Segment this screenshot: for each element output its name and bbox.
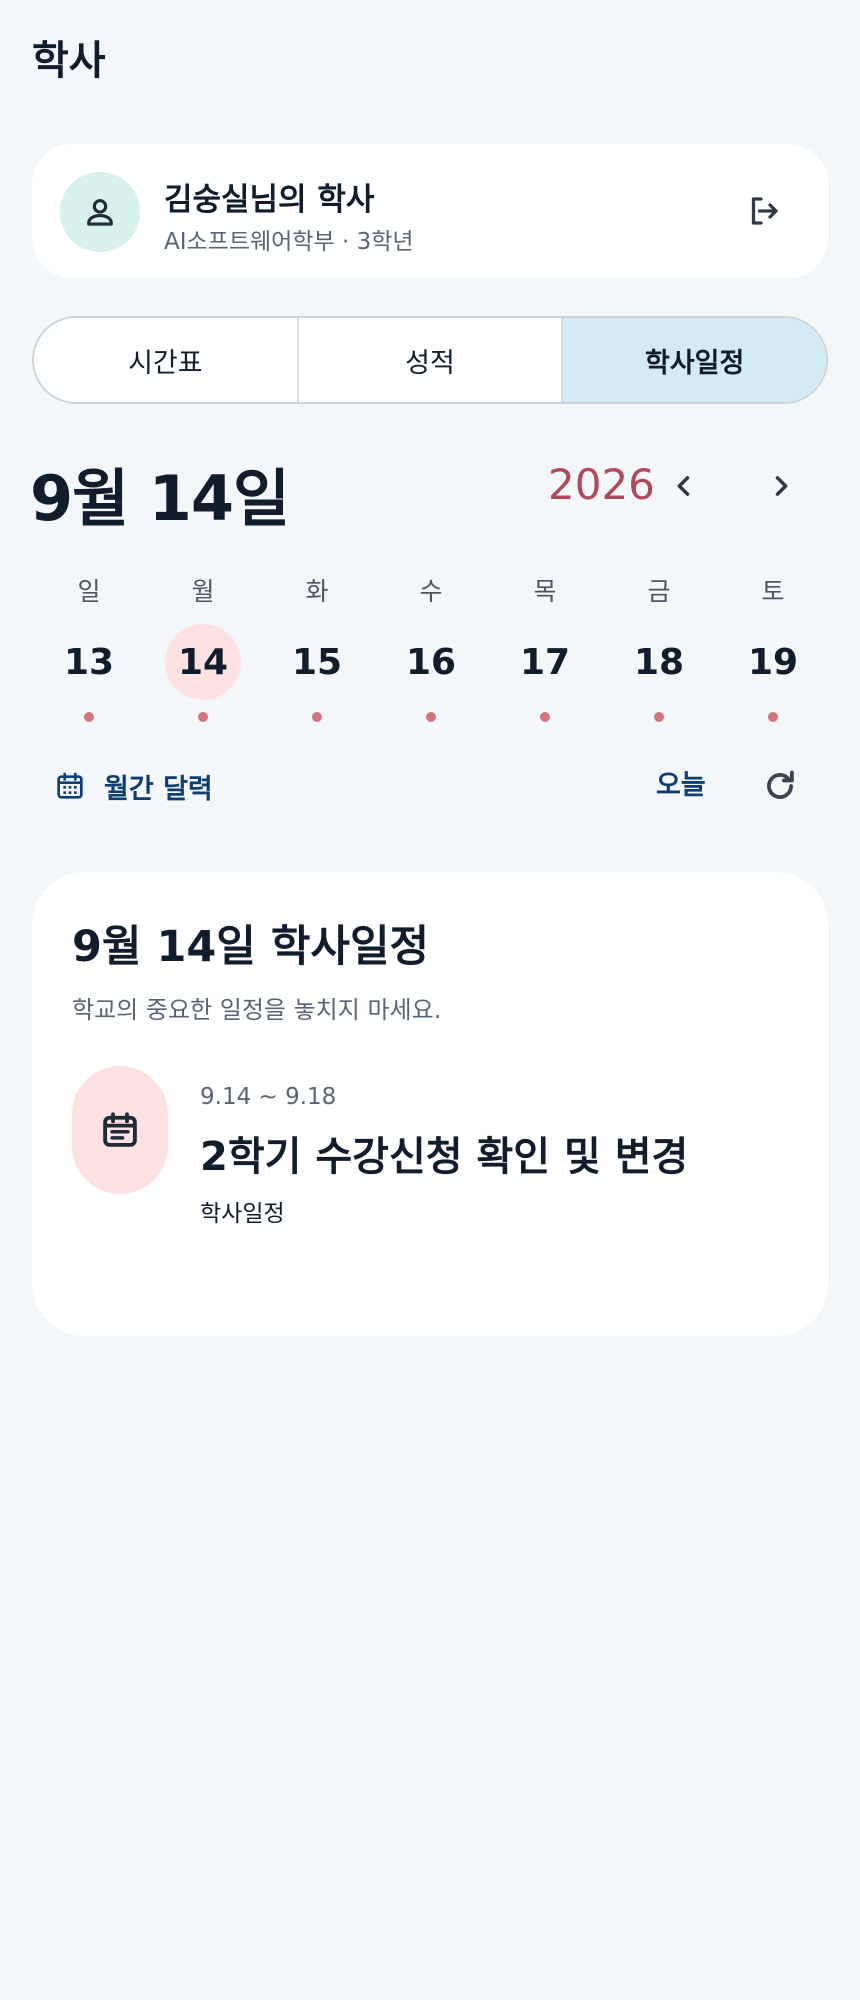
today-button[interactable]: 오늘	[656, 766, 706, 806]
refresh-icon	[767, 770, 794, 799]
tab-academic-calendar[interactable]: 학사일정	[561, 318, 826, 402]
day-cell[interactable]: 목 17	[488, 572, 602, 732]
event-dot	[312, 712, 322, 722]
profile-card: 김숭실님의 학사 AI소프트웨어학부 · 3학년	[32, 144, 828, 278]
day-of-week-label: 화	[305, 577, 329, 606]
event-date-range: 9.14 ~ 9.18	[200, 1084, 337, 1110]
day-of-week-label: 금	[647, 577, 671, 606]
event-title: 2학기 수강신청 확인 및 변경	[200, 1134, 689, 1180]
calendar-icon	[57, 772, 83, 799]
selected-date-title: 9월 14일	[30, 462, 290, 535]
person-icon	[87, 199, 113, 226]
day-number: 18	[633, 641, 685, 683]
profile-subtitle: AI소프트웨어학부 · 3학년	[164, 229, 414, 255]
refresh-button[interactable]	[756, 762, 804, 810]
event-dot	[768, 712, 778, 722]
day-of-week-label: 수	[419, 577, 443, 606]
day-of-week-label: 월	[191, 577, 215, 606]
event-dot	[84, 712, 94, 722]
day-cell-selected[interactable]: 월 14	[146, 572, 260, 732]
event-dot	[426, 712, 436, 722]
day-of-week-label: 일	[77, 577, 101, 606]
prev-week-button[interactable]	[660, 462, 708, 510]
day-number: 17	[519, 641, 571, 683]
event-icon-container	[72, 1066, 168, 1194]
avatar	[60, 172, 140, 252]
day-cell[interactable]: 토 19	[716, 572, 830, 732]
month-calendar-label: 월간 달력	[104, 773, 213, 805]
day-number: 14	[177, 641, 229, 683]
schedule-card: 9월 14일 학사일정 학교의 중요한 일정을 놓치지 마세요. 9.14 ~ …	[32, 872, 828, 1336]
day-number: 19	[747, 641, 799, 683]
event-category: 학사일정	[200, 1201, 285, 1227]
day-number: 16	[405, 641, 457, 683]
chevron-right-icon	[775, 476, 788, 496]
tab-bar: 시간표 성적 학사일정	[32, 316, 828, 404]
tab-timetable[interactable]: 시간표	[34, 318, 297, 402]
schedule-subtitle: 학교의 중요한 일정을 놓치지 마세요.	[72, 996, 442, 1024]
next-week-button[interactable]	[757, 462, 805, 510]
day-cell[interactable]: 수 16	[374, 572, 488, 732]
day-of-week-label: 토	[761, 577, 785, 606]
event-dot	[540, 712, 550, 722]
day-number: 13	[63, 641, 115, 683]
day-of-week-label: 목	[533, 577, 557, 606]
event-dot	[654, 712, 664, 722]
schedule-event-item[interactable]: 9.14 ~ 9.18 2학기 수강신청 확인 및 변경 학사일정	[72, 1064, 788, 1244]
day-number: 15	[291, 641, 343, 683]
profile-name: 김숭실님의 학사	[164, 182, 375, 218]
logout-button[interactable]	[736, 183, 792, 239]
event-dot	[198, 712, 208, 722]
day-cell[interactable]: 일 13	[32, 572, 146, 732]
year-label: 2026	[548, 460, 655, 509]
event-note-icon	[103, 1112, 137, 1147]
day-cell[interactable]: 금 18	[602, 572, 716, 732]
week-strip: 일 13 월 14 화 15 수 16 목 17 금 18 토 19	[32, 572, 828, 732]
tab-grades[interactable]: 성적	[296, 318, 562, 402]
month-calendar-button[interactable]: 월간 달력	[54, 766, 213, 806]
day-cell[interactable]: 화 15	[260, 572, 374, 732]
chevron-left-icon	[677, 476, 690, 496]
page-title: 학사	[32, 38, 106, 84]
logout-icon	[751, 197, 778, 225]
schedule-title: 9월 14일 학사일정	[72, 922, 430, 972]
